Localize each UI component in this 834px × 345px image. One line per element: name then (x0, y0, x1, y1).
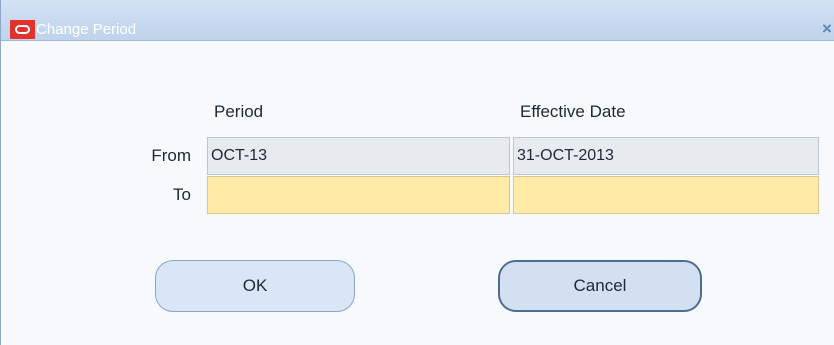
oracle-logo-icon (10, 20, 35, 39)
window-title: Change Period (36, 21, 137, 38)
effective-date-column-header: Effective Date (520, 102, 626, 121)
period-column-header: Period (214, 102, 264, 121)
from-period-field[interactable] (207, 137, 510, 175)
title-bar[interactable]: Change Period × (1, 0, 834, 41)
to-period-field[interactable] (207, 176, 510, 214)
ok-button[interactable]: OK (155, 260, 355, 312)
close-icon[interactable]: × (819, 18, 834, 39)
cancel-button[interactable]: Cancel (498, 260, 702, 312)
to-effective-date-field[interactable] (513, 176, 819, 214)
to-row-label: To (173, 185, 191, 204)
from-row-label: From (151, 146, 191, 165)
change-period-window: Change Period × Period Effective Date Fr… (0, 0, 834, 345)
from-effective-date-field[interactable] (513, 137, 819, 175)
